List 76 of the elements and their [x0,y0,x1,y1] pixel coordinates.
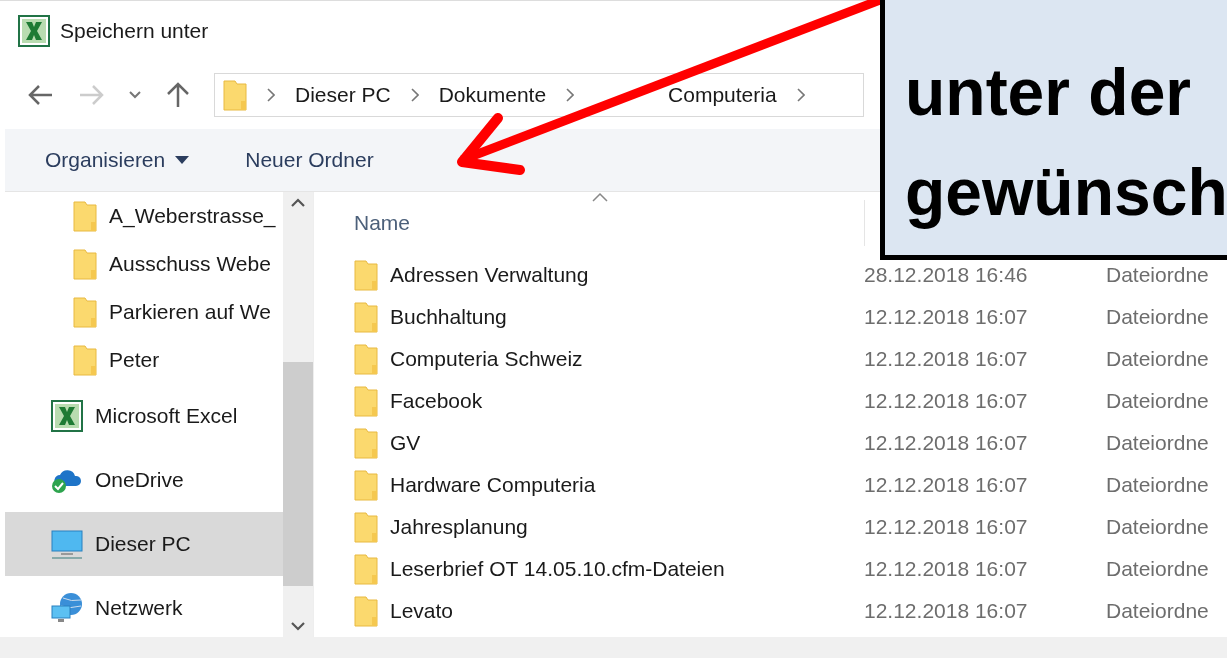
folder-icon [73,200,97,232]
folder-icon [73,296,97,328]
type-cell: Dateiordne [1106,473,1209,497]
folder-icon [354,553,378,585]
chevron-icon [410,88,419,102]
type-cell: Dateiordne [1106,599,1209,623]
new-folder-button[interactable]: Neuer Ordner [245,148,374,172]
breadcrumb-item[interactable]: Computeria [668,83,777,107]
spreadsheet-icon [18,15,50,47]
date-cell-text: 12.12.2018 16:07 [864,347,1029,371]
breadcrumb-item[interactable]: Dokumente [438,83,547,107]
file-name[interactable]: Buchhaltung [390,305,507,329]
folder-icon [354,427,378,459]
folder-icon [354,511,378,543]
folder-icon [354,469,378,501]
type-cell: Dateiordne [1106,515,1209,539]
breadcrumb-item[interactable]: Dieser PC [295,83,391,107]
date-cell-text: 12.12.2018 16:07 [864,305,1029,329]
date-cell-text: 12.12.2018 16:07 [864,389,1029,413]
scrollbar-thumb[interactable] [283,362,313,586]
date-cell-text: 12.12.2018 16:07 [864,599,1029,623]
folder-icon [354,259,378,291]
scroll-down-icon[interactable] [290,621,306,631]
file-name[interactable]: Leserbrief OT 14.05.10.cfm-Dateien [390,557,725,581]
file-name[interactable]: Computeria Schweiz [390,347,583,371]
chevron-icon [566,88,575,102]
date-cell-text: 12.12.2018 16:07 [864,473,1029,497]
file-name[interactable]: Jahresplanung [390,515,528,539]
chevron-icon [267,88,275,102]
sidebar-item[interactable]: Parkieren auf We [5,288,283,336]
type-cell: Dateiordne [1106,347,1209,371]
network-icon [51,592,83,624]
column-header[interactable]: Name [354,200,865,246]
sidebar-item[interactable]: Netzwerk [5,576,283,640]
date-cell-text: 12.12.2018 16:07 [864,557,1029,581]
sidebar-item[interactable]: OneDrive [5,448,283,512]
date-cell-text: 12.12.2018 16:07 [864,515,1029,539]
window-title: Speichern unter [60,19,209,43]
type-cell: Dateiordne [1106,263,1209,287]
folder-icon [354,595,378,627]
sidebar-item[interactable]: Peter [5,336,283,384]
folder-icon [73,344,97,376]
folder-icon [354,301,378,333]
organize-button[interactable]: Organisieren [45,148,190,172]
type-cell: Dateiordne [1106,389,1209,413]
type-cell: Dateiordne [1106,305,1209,329]
scroll-up-icon[interactable] [290,198,306,208]
date-cell-text: 28.12.2018 16:46 [864,263,1029,287]
file-name[interactable]: Hardware Computeria [390,473,596,497]
sidebar-item[interactable]: Dieser PC [5,512,283,576]
sidebar-item[interactable]: Ausschuss Webe [5,240,283,288]
file-name[interactable]: GV [390,431,421,455]
file-name[interactable]: Adressen Verwaltung [390,263,589,287]
up-button[interactable] [166,82,190,108]
folder-icon [73,248,97,280]
sidebar-item[interactable]: A_Weberstrasse_ [5,192,283,240]
address-bar[interactable]: Dieser PC Dokumente Computeria [214,73,864,117]
back-button[interactable] [28,84,54,106]
folder-icon [223,79,247,111]
folder-icon [354,385,378,417]
date-cell-text: 12.12.2018 16:07 [864,431,1029,455]
caret-icon [175,156,190,164]
folder-icon [354,343,378,375]
recent-dropdown-button[interactable] [128,90,142,100]
scrollbar[interactable] [283,192,313,637]
sort-caret-icon [592,192,608,202]
callout-text: unter der [905,54,1193,131]
sidebar-item[interactable]: Microsoft Excel [5,384,283,448]
file-name[interactable]: Levato [390,599,454,623]
spreadsheet-icon [51,400,83,432]
type-cell: Dateiordne [1106,557,1209,581]
type-cell: Dateiordne [1106,431,1209,455]
chevron-icon [796,88,805,102]
callout-text: gewünsch [905,154,1227,231]
file-name[interactable]: Facebook [390,389,483,413]
monitor-icon [51,528,83,560]
